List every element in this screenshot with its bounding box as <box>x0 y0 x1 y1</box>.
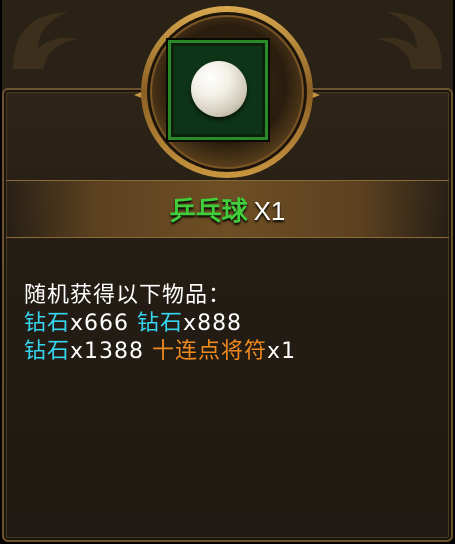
ornament-top-left <box>8 4 128 74</box>
ornament-top-right <box>327 4 447 74</box>
reward-name: 十连点将符 <box>152 339 268 364</box>
reward-name: 钻石 <box>137 311 184 336</box>
item-description: 随机获得以下物品： 钻石x666 钻石x888 钻石x1388 十连点将符x1 <box>24 282 296 366</box>
item-quantity: X1 <box>253 196 286 226</box>
reward-name: 钻石 <box>24 339 71 364</box>
reward-amount: x1388 <box>70 339 145 364</box>
item-title: 乒乓球 X1 <box>0 191 455 228</box>
item-tooltip: 乒乓球 X1 随机获得以下物品： 钻石x666 钻石x888 钻石x1388 十连… <box>0 0 455 544</box>
reward-amount: x888 <box>183 311 243 336</box>
ping-pong-ball-icon <box>191 61 247 117</box>
reward-line-1: 钻石x666 钻石x888 <box>24 310 296 338</box>
item-icon-frame <box>168 40 268 140</box>
reward-name: 钻石 <box>24 311 71 336</box>
item-name: 乒乓球 <box>169 197 248 227</box>
reward-line-2: 钻石x1388 十连点将符x1 <box>24 338 296 366</box>
reward-amount: x1 <box>267 339 297 364</box>
reward-amount: x666 <box>70 311 130 336</box>
description-heading: 随机获得以下物品： <box>24 283 232 308</box>
